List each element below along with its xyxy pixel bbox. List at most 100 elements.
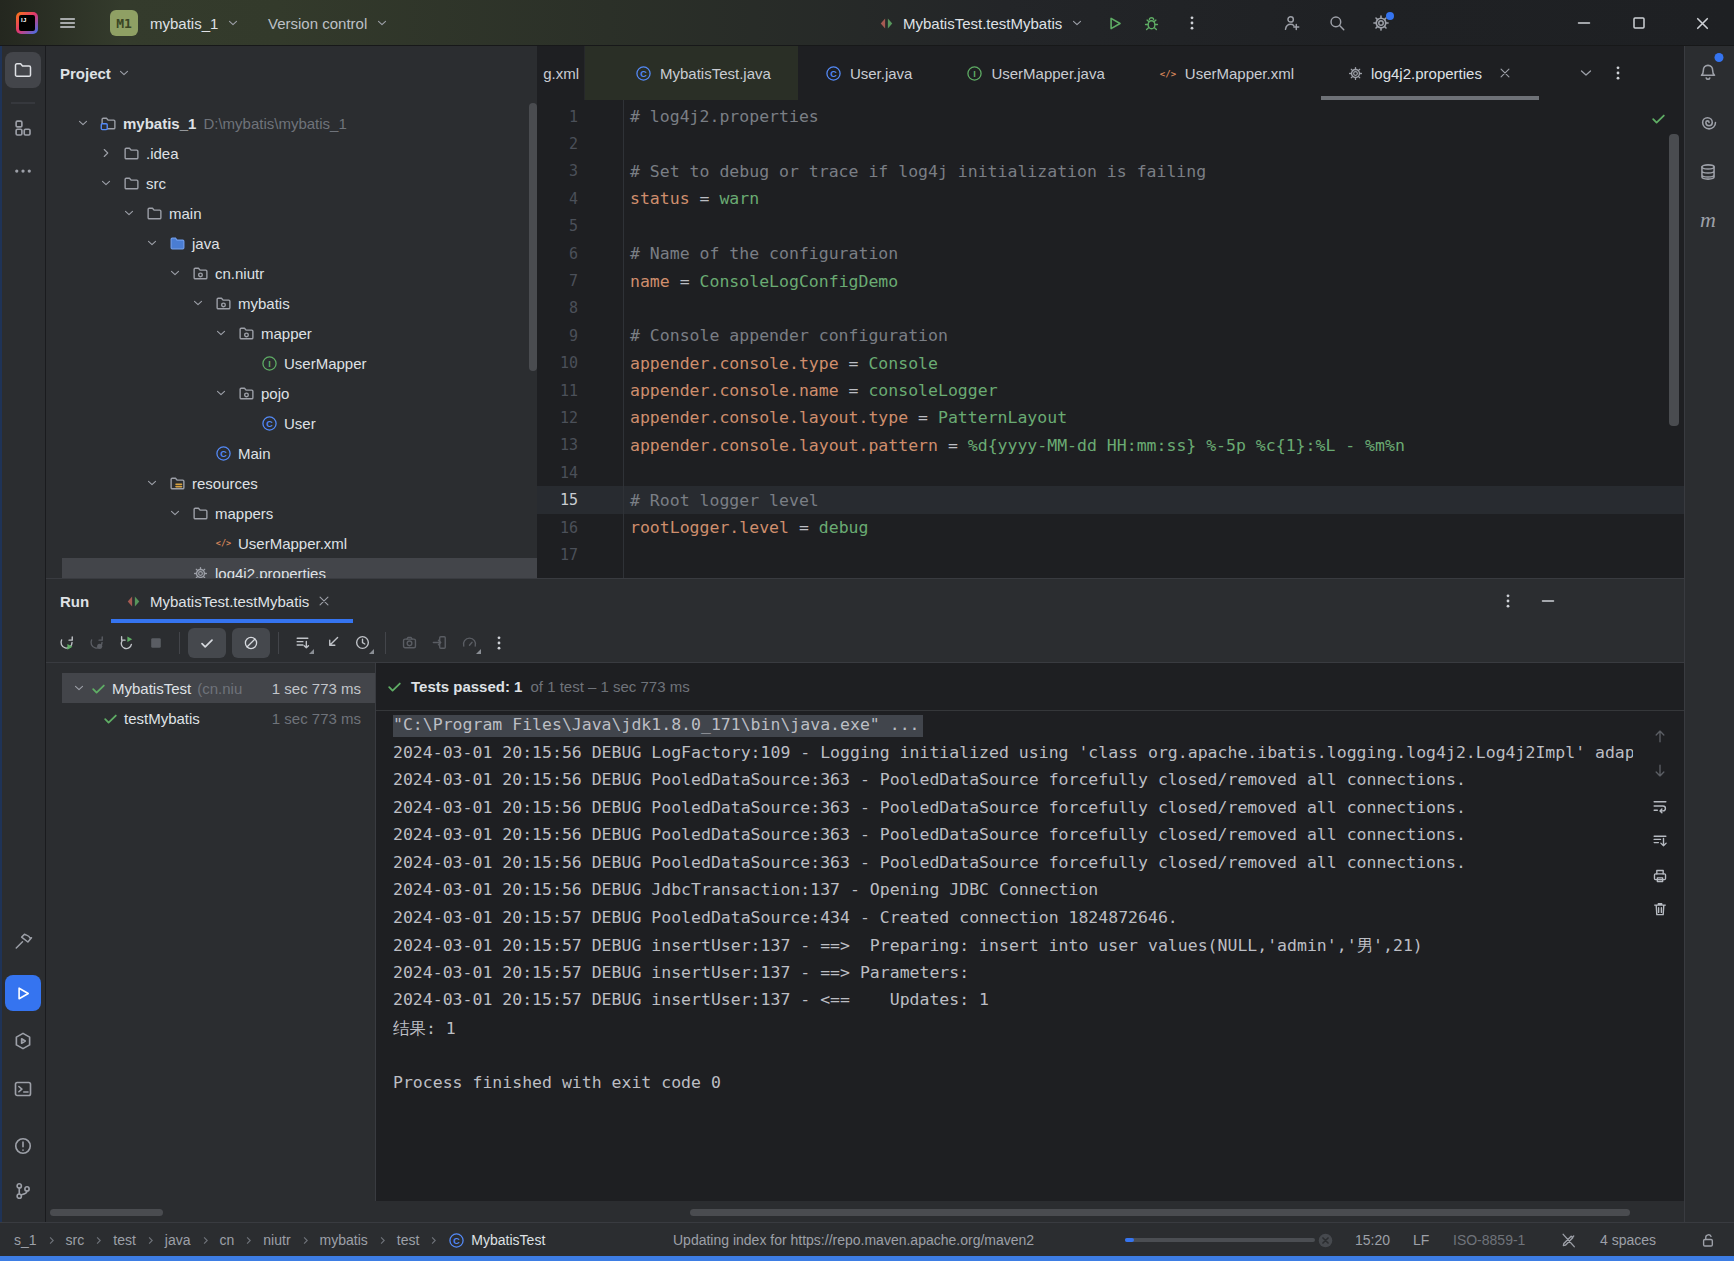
breadcrumb-item[interactable]: test (397, 1232, 420, 1248)
project-tree-row[interactable]: main (46, 198, 537, 228)
breadcrumb-item[interactable]: test (113, 1232, 136, 1248)
services-tool-button[interactable] (13, 1031, 33, 1051)
show-passed-button[interactable] (188, 628, 226, 658)
project-tree-row[interactable]: mapper (46, 318, 537, 348)
editor-tab-log4j2.properties[interactable]: log4j2.properties (1321, 46, 1539, 100)
scroll-to-end-icon[interactable] (1652, 833, 1669, 850)
terminal-tool-button[interactable] (13, 1079, 33, 1099)
code-with-me-icon[interactable] (1283, 0, 1301, 46)
breadcrumb-item[interactable]: src (66, 1232, 85, 1248)
test-tree-row[interactable]: testMybatis1 sec 773 ms (46, 703, 375, 733)
maven-tool-icon[interactable]: m (1700, 207, 1716, 233)
test-history-button[interactable] (454, 629, 484, 657)
project-badge[interactable]: M1 (110, 0, 138, 46)
project-scrollbar[interactable] (529, 103, 537, 371)
clock-widget[interactable]: 15:20 (1355, 1223, 1390, 1257)
soft-wrap-icon[interactable] (1652, 798, 1669, 815)
run-config-selector[interactable]: MybatisTest.testMybatis (878, 0, 1084, 46)
breadcrumb-item[interactable]: java (165, 1232, 191, 1248)
window-minimize-button[interactable] (1576, 0, 1592, 46)
project-tree-row[interactable]: java (46, 228, 537, 258)
notifications-bell-icon[interactable] (1699, 63, 1718, 85)
chevron-down-icon[interactable] (214, 386, 228, 400)
rerun-button[interactable] (51, 629, 81, 657)
project-tool-button[interactable] (5, 52, 41, 88)
editor-tab-MybatisTest.java[interactable]: CMybatisTest.java (585, 46, 798, 100)
project-tree-row[interactable]: CUser (46, 408, 537, 438)
editor-tab-UserMapper.java[interactable]: IUserMapper.java (939, 46, 1131, 100)
run-toolbar-more-icon[interactable] (484, 629, 514, 657)
chevron-down-icon[interactable] (214, 326, 228, 340)
project-tree-row[interactable]: IUserMapper (46, 348, 537, 378)
project-tree-row[interactable]: CMain (46, 438, 537, 468)
toggle-auto-test-button[interactable] (111, 629, 141, 657)
breadcrumb-item[interactable]: niutr (263, 1232, 290, 1248)
indent-widget[interactable]: 4 spaces (1600, 1223, 1656, 1257)
search-everywhere-icon[interactable] (1328, 0, 1346, 46)
encoding-widget[interactable]: ISO-8859-1 (1453, 1223, 1525, 1257)
chevron-down-icon[interactable] (76, 116, 90, 130)
chevron-right-icon[interactable] (99, 146, 113, 160)
test-snapshot-button[interactable] (394, 629, 424, 657)
project-selector[interactable]: mybatis_1 (150, 0, 240, 46)
scroll-down-icon[interactable] (1652, 763, 1669, 780)
editor-tab-g.xml[interactable]: g.xml (537, 46, 585, 100)
project-tree-row[interactable]: .idea (46, 138, 537, 168)
more-tools-icon[interactable] (13, 161, 33, 181)
breadcrumb-item[interactable]: cn (220, 1232, 235, 1248)
console-hscrollbar[interactable] (690, 1209, 1630, 1216)
test-tree-row[interactable]: MybatisTest(cn.niu1 sec 773 ms (62, 673, 375, 703)
print-icon[interactable] (1652, 868, 1669, 885)
run-panel-title[interactable]: Run (60, 579, 89, 623)
window-close-button[interactable] (1694, 0, 1711, 46)
hidden-tabs-chevron-icon[interactable] (1578, 65, 1594, 81)
sort-by-duration-button[interactable] (347, 629, 377, 657)
debug-button[interactable] (1143, 0, 1160, 46)
breadcrumb-item[interactable]: mybatis (320, 1232, 368, 1248)
readonly-lock-icon[interactable] (1700, 1223, 1717, 1257)
editor-tab-UserMapper.xml[interactable]: </>UserMapper.xml (1132, 46, 1321, 100)
run-tool-button[interactable] (5, 975, 41, 1011)
breadcrumb-item[interactable]: s_1 (14, 1232, 37, 1248)
structure-tool-button[interactable] (13, 118, 33, 138)
breadcrumbs[interactable]: s_1 src test java cn niutr mybatis test CMybatis… (14, 1223, 545, 1257)
stop-button[interactable] (141, 629, 171, 657)
project-tree-row[interactable]: mybatis_1D:\mybatis\mybatis_1 (46, 108, 537, 138)
project-tree-row[interactable]: cn.niutr (46, 258, 537, 288)
highlighting-level-icon[interactable] (1560, 1223, 1577, 1257)
chevron-down-icon[interactable] (168, 266, 182, 280)
more-actions-kebab-icon[interactable] (1184, 0, 1200, 46)
line-separator-widget[interactable]: LF (1413, 1223, 1429, 1257)
project-tree-row[interactable]: resources (46, 468, 537, 498)
run-button[interactable] (1106, 0, 1123, 46)
main-menu-burger-icon[interactable] (58, 0, 76, 46)
chevron-down-icon[interactable] (122, 206, 136, 220)
cancel-indexing-icon[interactable] (1317, 1223, 1334, 1257)
chevron-down-icon[interactable] (99, 176, 113, 190)
window-maximize-button[interactable] (1631, 0, 1647, 46)
project-panel-header[interactable]: Project (46, 46, 537, 100)
breadcrumb-item[interactable]: CMybatisTest (448, 1232, 545, 1249)
build-tool-button[interactable] (13, 931, 33, 951)
run-console[interactable]: "C:\Program Files\Java\jdk1.8.0_171\bin\… (376, 711, 1633, 1201)
chevron-down-icon[interactable] (191, 296, 205, 310)
run-tab-close-icon[interactable] (317, 594, 331, 608)
project-tree-row[interactable]: mappers (46, 498, 537, 528)
ai-assistant-icon[interactable] (1699, 113, 1718, 132)
import-tests-button[interactable] (424, 629, 454, 657)
tab-options-kebab-icon[interactable] (1610, 65, 1626, 81)
run-panel-options-icon[interactable] (1500, 593, 1516, 609)
editor-tab-User.java[interactable]: CUser.java (798, 46, 940, 100)
clear-all-icon[interactable] (1652, 901, 1669, 918)
chevron-down-icon[interactable] (145, 476, 159, 490)
tab-close-icon[interactable] (1498, 66, 1512, 80)
project-tree-row[interactable]: src (46, 168, 537, 198)
project-tree-row[interactable]: pojo (46, 378, 537, 408)
vcs-widget[interactable]: Version control (268, 0, 389, 46)
rerun-failed-button[interactable] (81, 629, 111, 657)
settings-gear-icon[interactable] (1372, 0, 1390, 46)
editor[interactable]: 1# log4j2.properties23# Set to debug or … (537, 100, 1684, 578)
chevron-down-icon[interactable] (145, 236, 159, 250)
project-tree-row[interactable]: </>UserMapper.xml (46, 528, 537, 558)
editor-scrollbar[interactable] (1669, 134, 1679, 426)
